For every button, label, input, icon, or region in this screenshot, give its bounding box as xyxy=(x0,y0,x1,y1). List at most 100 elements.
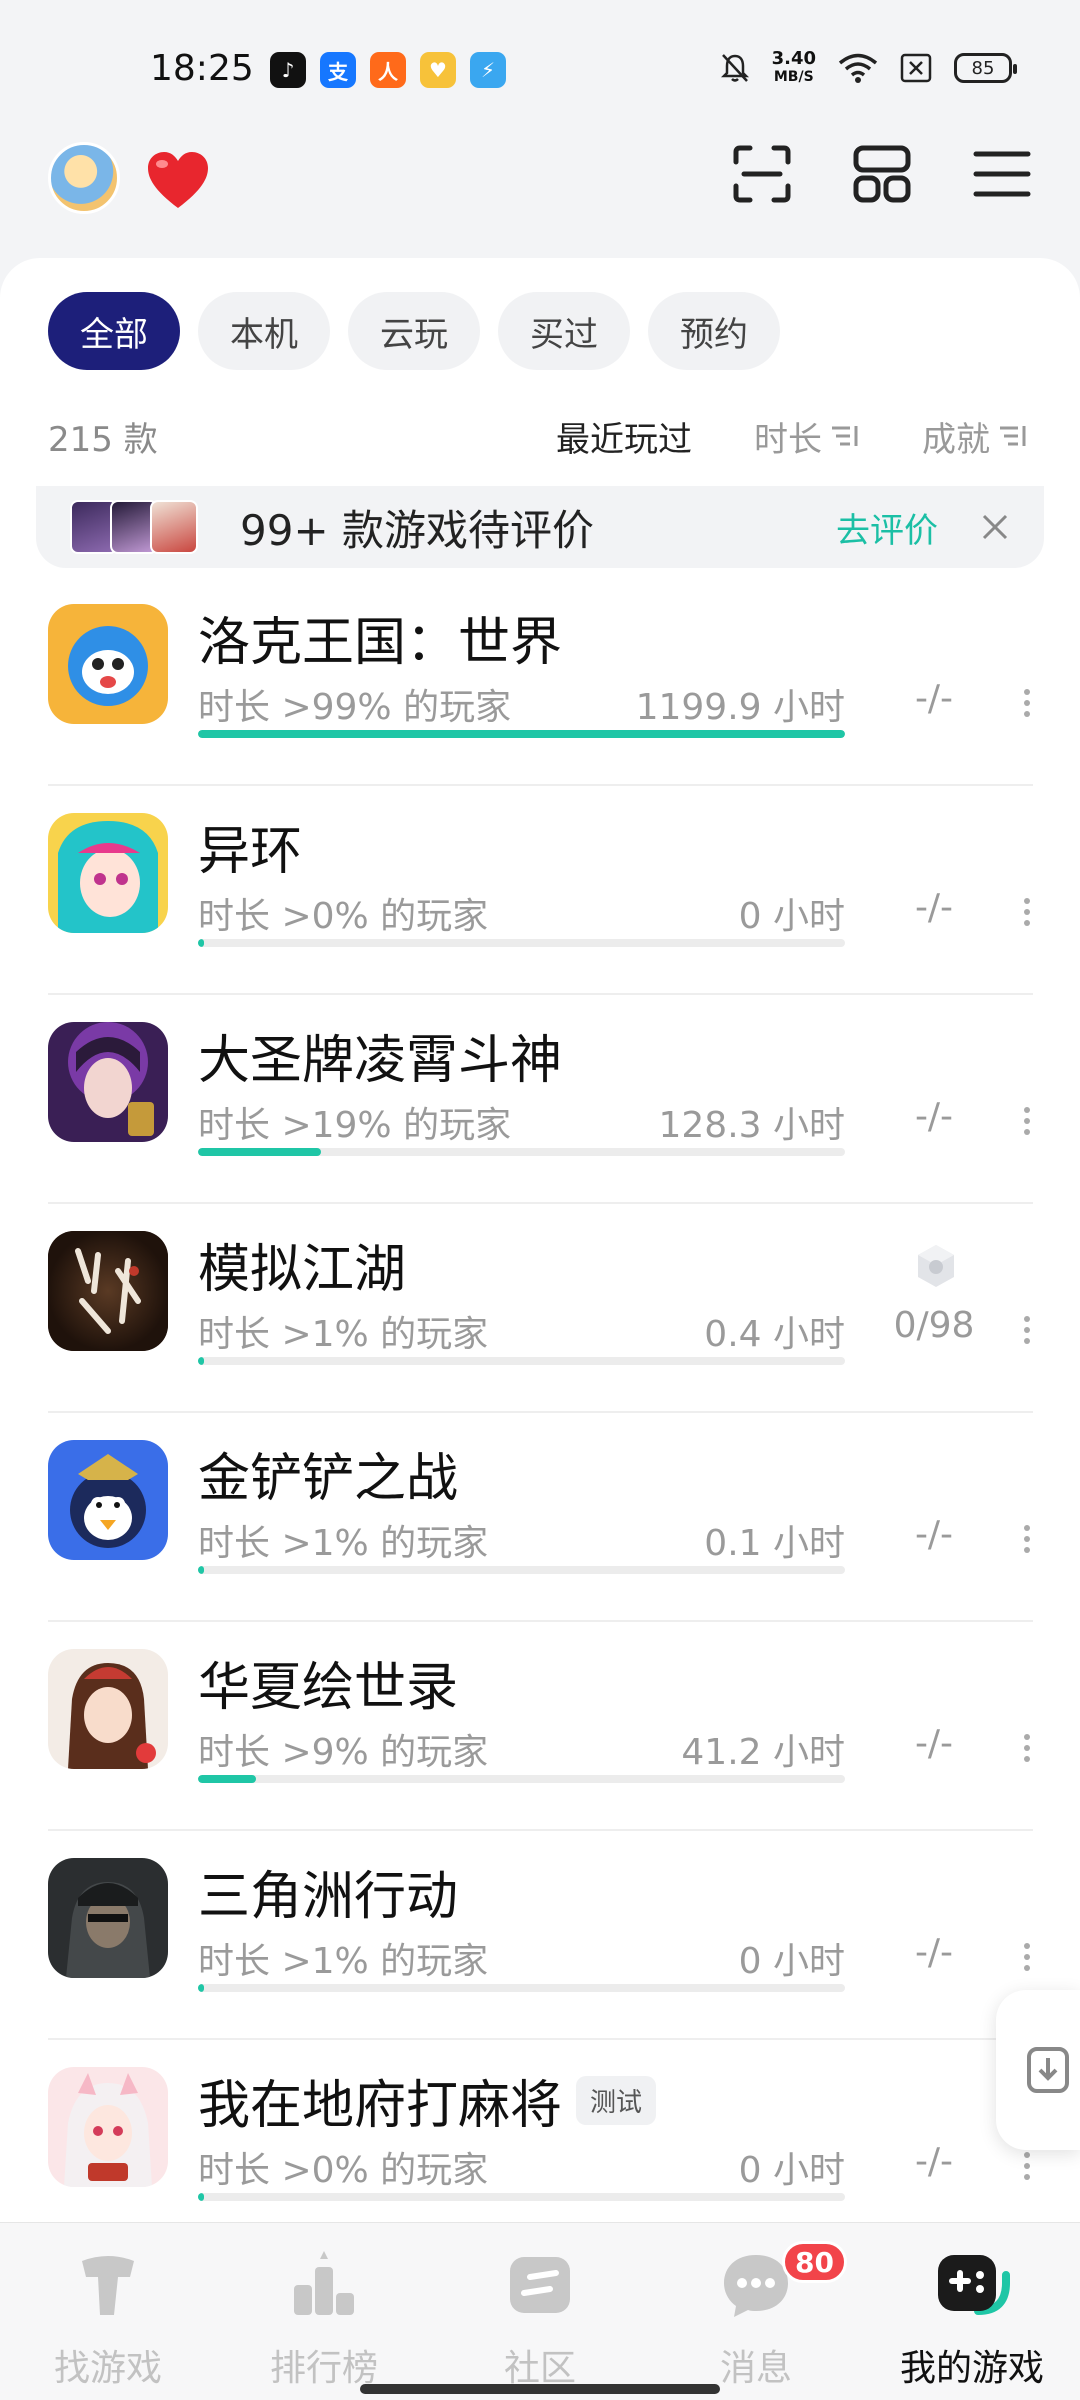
game-row[interactable]: 模拟江湖 时长 >1% 的玩家 0.4 小时 0/98 xyxy=(48,1205,1033,1413)
progress-fill xyxy=(198,1148,321,1156)
nav-my-games[interactable]: 我的游戏 xyxy=(864,2245,1080,2391)
more-icon[interactable] xyxy=(1021,688,1033,718)
game-percentile: 时长 >0% 的玩家 xyxy=(198,896,489,937)
game-achievements: -/- xyxy=(914,1096,954,1137)
game-name: 金铲铲之战 xyxy=(198,1449,459,1509)
game-row[interactable]: 三角洲行动 时长 >1% 的玩家 0 小时 -/- xyxy=(48,1832,1033,2040)
game-hours: 0.4 小时 xyxy=(704,1314,845,1355)
progress-fill xyxy=(198,1357,205,1365)
bottom-navigation: 找游戏 排行榜 社区 80 消息 我的游戏 xyxy=(0,2222,1080,2400)
game-row[interactable]: 金铲铲之战 时长 >1% 的玩家 0.1 小时 -/- xyxy=(48,1414,1033,1622)
wifi-icon xyxy=(838,53,878,83)
nav-label: 找游戏 xyxy=(53,2348,162,2389)
game-icon xyxy=(48,1649,168,1769)
status-right: 3.40 MB/S 85 xyxy=(720,48,1017,86)
filter-chip-local[interactable]: 本机 xyxy=(198,292,330,370)
game-row[interactable]: 华夏绘世录 时长 >9% 的玩家 41.2 小时 -/- xyxy=(48,1623,1033,1831)
more-icon[interactable] xyxy=(1021,1733,1033,1763)
close-icon[interactable] xyxy=(980,512,1010,542)
filter-chip-cloud[interactable]: 云玩 xyxy=(348,292,480,370)
banner-thumbnails xyxy=(70,500,210,554)
status-bar: 18:25 ♪ 支 人 ♥ ⚡ 3.40 MB/S 85 xyxy=(0,0,1080,140)
more-icon[interactable] xyxy=(1021,897,1033,927)
filter-chip-reserved[interactable]: 预约 xyxy=(648,292,780,370)
game-row[interactable]: 我在地府打麻将 测试 时长 >0% 的玩家 0 小时 -/- xyxy=(48,2041,1033,2249)
more-icon[interactable] xyxy=(1021,1942,1033,1972)
community-icon xyxy=(510,2257,570,2313)
game-hours: 41.2 小时 xyxy=(681,1732,845,1773)
more-icon[interactable] xyxy=(1021,2151,1033,2181)
game-icon xyxy=(48,1022,168,1142)
playtime-progress xyxy=(198,730,845,738)
game-percentile: 时长 >1% 的玩家 xyxy=(198,1523,489,1564)
more-icon[interactable] xyxy=(1021,1106,1033,1136)
avatar[interactable] xyxy=(48,142,120,214)
game-row[interactable]: 大圣牌凌霄斗神 时长 >19% 的玩家 128.3 小时 -/- xyxy=(48,996,1033,1204)
rate-link[interactable]: 去评价 xyxy=(836,503,938,552)
grid-icon[interactable] xyxy=(852,144,912,204)
thumb-image xyxy=(150,500,198,554)
notification-app-icons: ♪ 支 人 ♥ ⚡ xyxy=(270,52,506,88)
banner-text: 99+ 款游戏待评价 xyxy=(240,505,594,555)
more-icon[interactable] xyxy=(1021,1315,1033,1345)
review-banner[interactable]: 99+ 款游戏待评价 去评价 xyxy=(36,486,1044,568)
game-percentile: 时长 >1% 的玩家 xyxy=(198,1314,489,1355)
playtime-progress xyxy=(198,1357,845,1365)
sort-recent[interactable]: 最近玩过 xyxy=(556,412,692,461)
game-name: 异环 xyxy=(198,822,303,882)
shield-app-icon: ⚡ xyxy=(470,52,506,88)
nav-community[interactable]: 社区 xyxy=(432,2245,648,2391)
alipay-app-icon: 支 xyxy=(320,52,356,88)
game-name: 华夏绘世录 xyxy=(198,1658,459,1718)
playtime-progress xyxy=(198,2193,845,2201)
status-time: 18:25 xyxy=(150,48,254,89)
progress-fill xyxy=(198,1566,205,1574)
game-achievements: -/- xyxy=(914,678,954,719)
network-speed: 3.40 MB/S xyxy=(771,48,816,86)
game-percentile: 时长 >0% 的玩家 xyxy=(198,2150,489,2191)
game-hours: 0.1 小时 xyxy=(704,1523,845,1564)
filter-chip-purchased[interactable]: 买过 xyxy=(498,292,630,370)
header-actions xyxy=(732,144,1032,204)
floating-download-button[interactable] xyxy=(996,1990,1080,2150)
game-hours: 0 小时 xyxy=(738,896,845,937)
my-games-icon xyxy=(938,2255,1010,2315)
game-name: 模拟江湖 xyxy=(198,1240,407,1300)
no-sim-icon xyxy=(900,53,932,83)
progress-fill xyxy=(198,730,845,738)
trophy-icon xyxy=(918,1245,954,1287)
game-percentile: 时长 >99% 的玩家 xyxy=(198,687,512,728)
game-row[interactable]: 洛克王国：世界 时长 >99% 的玩家 1199.9 小时 -/- xyxy=(48,578,1033,786)
mute-bell-icon xyxy=(720,54,749,82)
game-name: 我在地府打麻将 测试 xyxy=(198,2063,657,2138)
sort-achievement[interactable]: 成就 xyxy=(922,412,1028,461)
game-hours: 128.3 小时 xyxy=(658,1105,845,1146)
game-percentile: 时长 >9% 的玩家 xyxy=(198,1732,489,1773)
sort-duration[interactable]: 时长 xyxy=(754,412,860,461)
progress-fill xyxy=(198,939,205,947)
filter-chip-all[interactable]: 全部 xyxy=(48,292,180,370)
game-name: 洛克王国：世界 xyxy=(198,613,563,673)
progress-fill xyxy=(198,2193,205,2201)
game-percentile: 时长 >1% 的玩家 xyxy=(198,1941,489,1982)
heart-icon[interactable] xyxy=(144,148,212,216)
nav-messages[interactable]: 80 消息 xyxy=(648,2241,864,2391)
menu-icon[interactable] xyxy=(972,144,1032,204)
nav-leaderboard[interactable]: 排行榜 xyxy=(216,2245,432,2391)
more-icon[interactable] xyxy=(1021,1524,1033,1554)
game-name: 大圣牌凌霄斗神 xyxy=(198,1031,563,1091)
playtime-progress xyxy=(198,1775,845,1783)
scan-icon[interactable] xyxy=(732,144,792,204)
home-indicator[interactable] xyxy=(360,2384,720,2394)
game-hours: 0 小时 xyxy=(738,2150,845,2191)
game-achievements: 0/98 xyxy=(893,1305,975,1346)
game-count: 215 款 xyxy=(48,419,158,460)
game-row[interactable]: 异环 时长 >0% 的玩家 0 小时 -/- xyxy=(48,787,1033,995)
playtime-progress xyxy=(198,939,845,947)
download-icon xyxy=(1027,2047,1069,2093)
nav-find-games[interactable]: 找游戏 xyxy=(0,2245,216,2391)
filter-chips: 全部 本机 云玩 买过 预约 xyxy=(48,292,780,370)
game-hours: 1199.9 小时 xyxy=(635,687,845,728)
delivery-app-icon: 人 xyxy=(370,52,406,88)
game-achievements: -/- xyxy=(914,887,954,928)
